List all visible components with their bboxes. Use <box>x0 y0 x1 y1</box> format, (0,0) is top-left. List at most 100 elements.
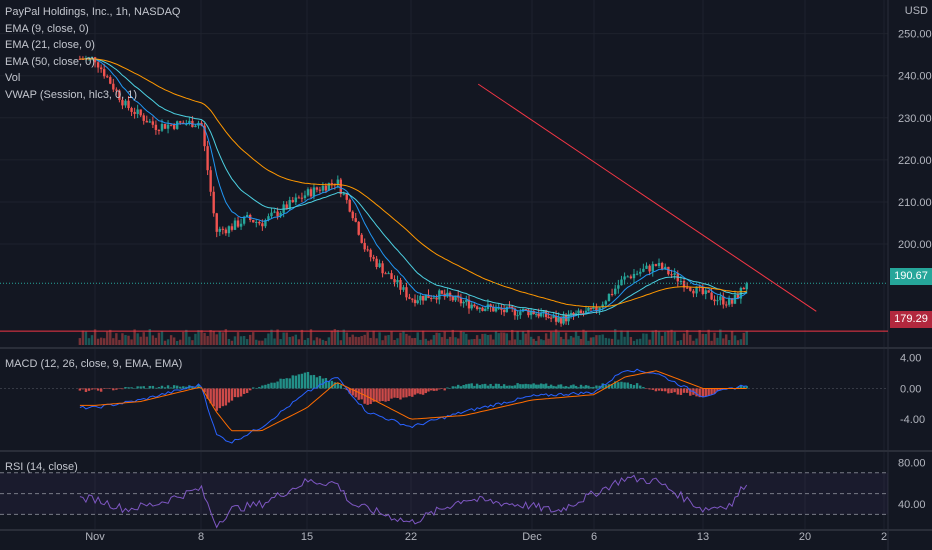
volume-bar <box>651 330 654 345</box>
volume-bar <box>639 338 642 345</box>
macd-histogram-bar <box>84 388 88 392</box>
macd-histogram-bar <box>579 384 583 389</box>
candle-body <box>484 308 487 311</box>
candle-body <box>651 264 654 272</box>
candle-body <box>679 280 683 282</box>
volume-bar <box>175 340 179 345</box>
volume-bar <box>489 334 492 345</box>
volume-bar <box>564 332 568 345</box>
volume-bar <box>727 339 731 345</box>
macd-histogram-bar <box>242 388 246 394</box>
volume-bar <box>559 336 563 345</box>
macd-histogram-bar <box>492 386 495 389</box>
macd-histogram-bar <box>297 374 301 389</box>
volume-bar <box>408 335 411 345</box>
volume-bar <box>351 334 354 345</box>
macd-histogram-bar <box>270 382 273 389</box>
time-tick-label: Dec <box>522 531 542 543</box>
macd-histogram-bar <box>212 388 215 407</box>
volume-bar <box>440 337 444 345</box>
volume-bar <box>617 339 620 345</box>
volume-bar <box>707 329 710 345</box>
macd-histogram-bar <box>121 388 124 390</box>
macd-histogram-bar <box>230 388 234 401</box>
rsi-pane-title[interactable]: RSI (14, close) <box>5 461 78 473</box>
macd-histogram-bar <box>521 384 525 389</box>
volume-bar <box>390 331 393 345</box>
macd-histogram-bar <box>494 383 498 389</box>
macd-histogram-bar <box>435 388 438 391</box>
macd-histogram-bar <box>405 388 408 398</box>
volume-bar <box>130 339 133 345</box>
volume-bar <box>393 339 396 345</box>
volume-bar <box>642 333 645 345</box>
volume-bar <box>689 334 692 345</box>
macd-histogram-bar <box>279 378 282 389</box>
volume-bar <box>574 331 578 345</box>
study-vol-label[interactable]: Vol <box>5 70 180 87</box>
volume-bar <box>549 331 553 345</box>
candle-body <box>502 309 506 313</box>
volume-bar <box>233 336 237 345</box>
macd-histogram-bar <box>642 387 645 389</box>
volume-bar <box>366 332 369 345</box>
macd-histogram-bar <box>587 385 590 389</box>
macd-histogram-bar <box>102 388 106 389</box>
macd-histogram-bar <box>707 388 710 396</box>
volume-bar <box>203 332 206 345</box>
study-ema21-label[interactable]: EMA (21, close, 0) <box>5 37 180 54</box>
candle-body <box>160 124 164 131</box>
volume-bar <box>626 330 629 345</box>
candle-body <box>224 229 228 234</box>
volume-bar <box>142 332 145 345</box>
macd-histogram-bar <box>93 388 97 390</box>
macd-histogram-bar <box>87 388 91 391</box>
study-ema9-label[interactable]: EMA (9, close, 0) <box>5 21 180 38</box>
candle-body <box>221 228 225 230</box>
candle-body <box>745 283 748 290</box>
macd-histogram-bar <box>396 388 399 398</box>
candle-body <box>227 226 231 234</box>
time-tick-label: 20 <box>799 531 811 543</box>
volume-bar <box>87 338 91 345</box>
volume-bar <box>185 329 188 345</box>
symbol-title[interactable]: PayPal Holdings, Inc., 1h, NASDAQ <box>5 4 180 21</box>
candle-body <box>725 304 728 306</box>
volume-bar <box>136 333 139 345</box>
candle-body <box>230 226 234 230</box>
volume-bar <box>330 330 334 345</box>
macd-histogram-bar <box>623 382 626 389</box>
macd-histogram-bar <box>673 388 676 393</box>
study-ema50-label[interactable]: EMA (50, close, 0) <box>5 54 180 71</box>
candle-body <box>312 187 316 197</box>
candle-body <box>172 124 176 129</box>
candle-body <box>255 221 258 223</box>
macd-pane-title[interactable]: MACD (12, 26, close, 9, EMA, EMA) <box>5 358 182 370</box>
macd-histogram-bar <box>294 375 298 389</box>
volume-bar <box>745 331 748 345</box>
candle-body <box>689 287 692 291</box>
macd-histogram-bar <box>124 387 127 389</box>
macd-histogram-bar <box>182 386 185 389</box>
macd-histogram-bar <box>139 386 142 389</box>
candle-body <box>654 264 658 266</box>
volume-bar <box>245 339 249 345</box>
volume-bar <box>264 338 267 345</box>
volume-bar <box>294 334 298 345</box>
macd-histogram-bar <box>175 385 179 389</box>
volume-bar <box>200 330 203 345</box>
macd-histogram-bar <box>685 388 689 393</box>
candle-body <box>399 280 402 290</box>
volume-bar <box>154 337 158 345</box>
macd-histogram-bar <box>245 388 249 394</box>
volume-bar <box>497 333 500 345</box>
macd-histogram-bar <box>542 384 545 389</box>
volume-bar <box>486 334 490 345</box>
candle-body <box>438 290 441 300</box>
volume-bar <box>206 336 209 345</box>
volume-bar <box>547 338 550 345</box>
study-vwap-label[interactable]: VWAP (Session, hlc3, 0, 1) <box>5 87 180 104</box>
volume-bar <box>457 338 460 345</box>
candle-body <box>348 199 351 212</box>
macd-histogram-bar <box>557 384 560 389</box>
